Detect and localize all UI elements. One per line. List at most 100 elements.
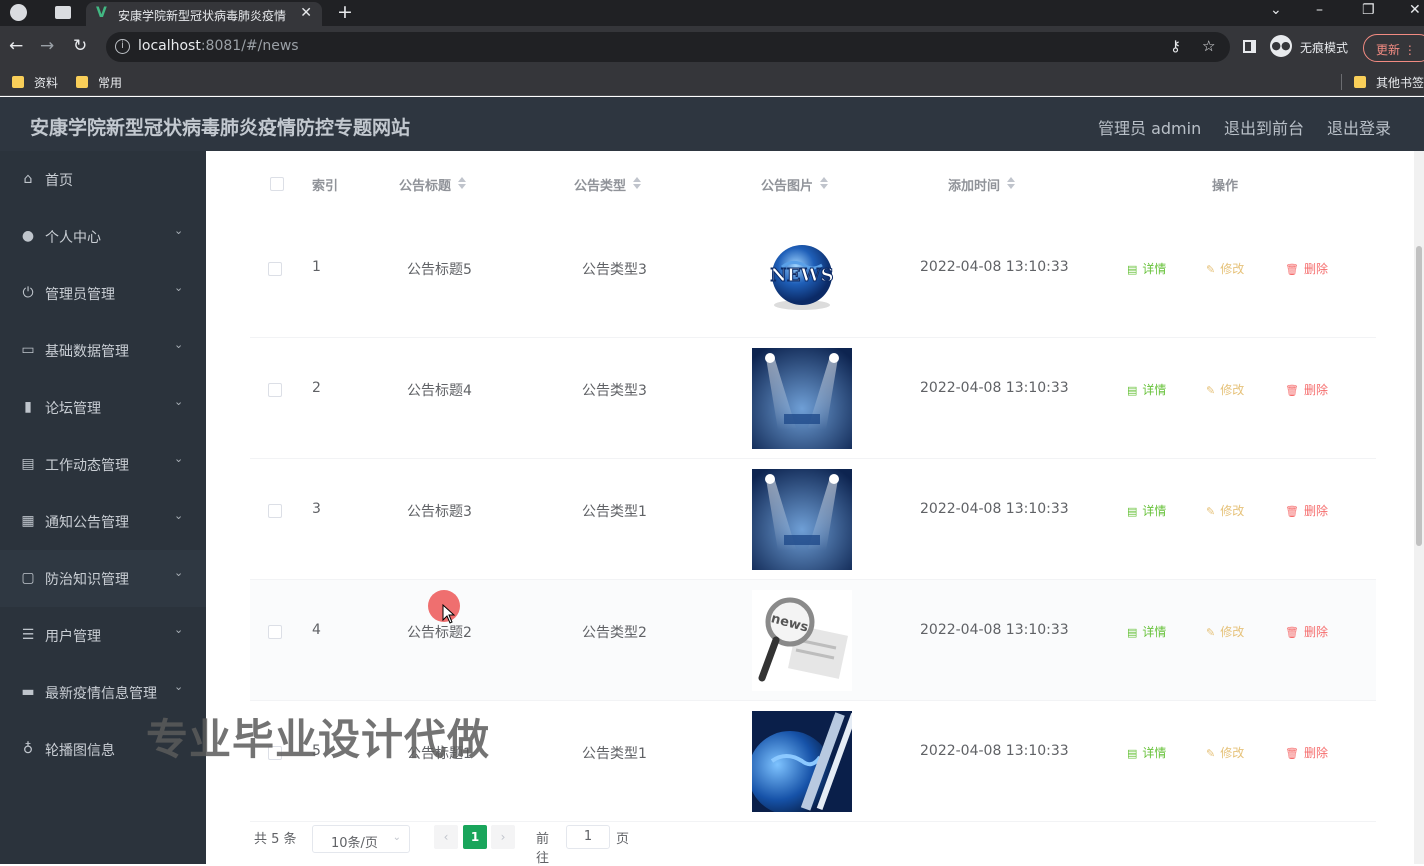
- sidebar-item-forum[interactable]: ▮ 论坛管理 ⌄: [0, 379, 206, 436]
- next-page-button[interactable]: ›: [491, 825, 515, 849]
- page-number-current[interactable]: 1: [463, 825, 487, 849]
- document-icon: ▤: [1127, 263, 1138, 276]
- cell-time: 2022-04-08 13:10:33: [920, 501, 1069, 517]
- stage-spotlights-image: [752, 348, 852, 449]
- tab-list-icon[interactable]: ⌄: [1270, 2, 1282, 18]
- edit-button[interactable]: ✎ 修改: [1206, 502, 1244, 519]
- sidebar-item-label: 基础数据管理: [45, 344, 129, 360]
- chat-icon: ▢: [21, 570, 35, 586]
- news-globe-image: NEWS: [752, 227, 852, 328]
- cell-title: 公告标题4: [407, 383, 472, 399]
- prev-page-button[interactable]: ‹: [434, 825, 458, 849]
- delete-button[interactable]: 🗑 删除: [1285, 260, 1328, 277]
- goto-label: 前往: [536, 832, 550, 866]
- edit-button[interactable]: ✎ 修改: [1206, 623, 1244, 640]
- stage-spotlights-image: [752, 469, 852, 570]
- sort-icon[interactable]: [458, 177, 467, 189]
- sidebar-item-users[interactable]: ☰ 用户管理 ⌄: [0, 607, 206, 664]
- bookmark-star-icon[interactable]: ☆: [1202, 37, 1215, 55]
- power-icon: ⏻: [22, 285, 34, 301]
- chevron-down-icon: ⌄: [174, 680, 184, 693]
- minimize-icon[interactable]: –: [1316, 2, 1323, 18]
- bookmarks-divider: [1341, 74, 1342, 90]
- column-image[interactable]: 公告图片: [761, 175, 829, 194]
- key-icon[interactable]: ⚷: [1170, 37, 1181, 55]
- incognito-label: 无痕模式: [1300, 41, 1349, 55]
- url-text[interactable]: localhost:8081/#/news: [138, 38, 299, 54]
- sort-icon[interactable]: [1007, 177, 1016, 189]
- select-all-checkbox[interactable]: [270, 177, 284, 191]
- row-checkbox[interactable]: [268, 504, 282, 518]
- sort-icon[interactable]: [633, 177, 642, 189]
- forward-icon[interactable]: →: [40, 36, 54, 56]
- sidebar-item-personal[interactable]: ● 个人中心 ⌄: [0, 208, 206, 265]
- document-icon: ▤: [1127, 505, 1138, 518]
- sidebar-item-label: 首页: [45, 173, 73, 189]
- row-checkbox[interactable]: [268, 625, 282, 639]
- bookmark-folder-other[interactable]: 其他书签: [1354, 74, 1424, 90]
- browser-menu-icon[interactable]: [10, 4, 27, 21]
- sidebar-item-label: 最新疫情信息管理: [45, 686, 157, 702]
- browser-tab[interactable]: V 安康学院新型冠状病毒肺炎疫情 ✕: [86, 2, 322, 26]
- trash-icon: 🗑: [1285, 505, 1299, 518]
- site-title: 安康学院新型冠状病毒肺炎疫情防控专题网站: [30, 117, 411, 139]
- delete-button[interactable]: 🗑 删除: [1285, 502, 1328, 519]
- news-magnifier-image: news: [752, 590, 852, 691]
- restore-icon[interactable]: ❐: [1362, 2, 1375, 18]
- edit-button[interactable]: ✎ 修改: [1206, 744, 1244, 761]
- sidebar-item-home[interactable]: ⌂ 首页: [0, 151, 206, 208]
- column-time[interactable]: 添加时间: [948, 175, 1016, 194]
- update-button[interactable]: 更新 ⋮: [1363, 34, 1424, 62]
- detail-button[interactable]: ▤ 详情: [1127, 502, 1166, 519]
- edit-button[interactable]: ✎ 修改: [1206, 381, 1244, 398]
- folder-icon: [12, 76, 24, 88]
- delete-button[interactable]: 🗑 删除: [1285, 623, 1328, 640]
- side-panel-icon[interactable]: [1243, 40, 1256, 53]
- pencil-icon: ✎: [1206, 505, 1216, 518]
- goto-page-input[interactable]: 1: [566, 825, 610, 849]
- scrollbar-thumb[interactable]: [1416, 246, 1422, 546]
- back-to-front-link[interactable]: 退出到前台: [1224, 115, 1304, 139]
- omnibox[interactable]: i localhost:8081/#/news ⚷ ☆: [106, 32, 1230, 62]
- delete-button[interactable]: 🗑 删除: [1285, 381, 1328, 398]
- card-icon: ▭: [21, 342, 35, 358]
- bookmark-folder-changyong[interactable]: 常用: [76, 74, 122, 90]
- column-ops: 操作: [1212, 179, 1239, 194]
- new-tab-button[interactable]: +: [337, 1, 353, 23]
- edit-button[interactable]: ✎ 修改: [1206, 260, 1244, 277]
- row-checkbox[interactable]: [268, 262, 282, 276]
- trash-icon: 🗑: [1285, 384, 1299, 397]
- detail-button[interactable]: ▤ 详情: [1127, 744, 1166, 761]
- detail-button[interactable]: ▤ 详情: [1127, 623, 1166, 640]
- page-scrollbar[interactable]: [1414, 151, 1424, 864]
- sidebar-item-basic-data[interactable]: ▭ 基础数据管理 ⌄: [0, 322, 206, 379]
- page-size-select[interactable]: 10条/页 ⌄: [312, 825, 410, 853]
- sort-icon[interactable]: [820, 177, 829, 189]
- column-title[interactable]: 公告标题: [399, 175, 467, 194]
- cell-type: 公告类型1: [582, 504, 647, 520]
- logout-link[interactable]: 退出登录: [1327, 115, 1391, 139]
- sidebar-item-work-news[interactable]: ▤ 工作动态管理 ⌄: [0, 436, 206, 493]
- chevron-down-icon: ⌄: [174, 395, 184, 408]
- site-info-icon[interactable]: i: [115, 39, 130, 54]
- back-icon[interactable]: ←: [9, 36, 23, 56]
- chevron-down-icon: ⌄: [174, 224, 184, 237]
- close-window-icon[interactable]: ✕: [1409, 2, 1421, 18]
- tab-close-icon[interactable]: ✕: [300, 5, 312, 21]
- pencil-icon: ✎: [1206, 384, 1216, 397]
- sidebar-item-prevention[interactable]: ▢ 防治知识管理 ⌄: [0, 550, 206, 607]
- detail-button[interactable]: ▤ 详情: [1127, 381, 1166, 398]
- table-row: 4 公告标题2 公告类型2 news 2022-04-08 13:10:33 ▤…: [250, 580, 1376, 701]
- chevron-down-icon: ⌄: [174, 452, 184, 465]
- bookmarks-bar: 资料 常用 其他书签: [0, 68, 1424, 96]
- blue-globe-image: [752, 711, 852, 812]
- bookmark-folder-ziliao[interactable]: 资料: [12, 74, 58, 90]
- delete-button[interactable]: 🗑 删除: [1285, 744, 1328, 761]
- tab-search-icon[interactable]: [55, 6, 71, 19]
- sidebar-item-notices[interactable]: ▦ 通知公告管理 ⌄: [0, 493, 206, 550]
- detail-button[interactable]: ▤ 详情: [1127, 260, 1166, 277]
- row-checkbox[interactable]: [268, 383, 282, 397]
- column-type[interactable]: 公告类型: [574, 175, 642, 194]
- reload-icon[interactable]: ↻: [73, 36, 87, 56]
- sidebar-item-admins[interactable]: ⏻ 管理员管理 ⌄: [0, 265, 206, 322]
